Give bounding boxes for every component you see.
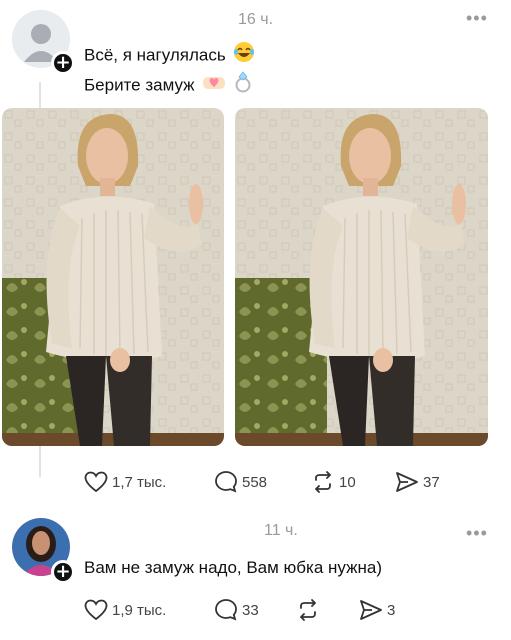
share-count: 37 bbox=[423, 473, 440, 491]
more-options-button[interactable]: ••• bbox=[466, 9, 488, 27]
more-options-button[interactable]: ••• bbox=[466, 524, 488, 542]
comment-bubble-icon bbox=[215, 599, 237, 621]
repost-count: 10 bbox=[339, 473, 356, 491]
follow-plus-button[interactable]: + bbox=[51, 560, 75, 584]
share-count: 3 bbox=[387, 601, 396, 619]
comment-count: 558 bbox=[242, 473, 268, 491]
comment-button[interactable]: 558 bbox=[214, 468, 267, 496]
post-photo[interactable] bbox=[235, 108, 488, 446]
woman-beige-sweater-photo bbox=[2, 108, 224, 446]
repost-icon bbox=[300, 599, 316, 621]
repost-button[interactable]: 10 bbox=[311, 468, 356, 496]
handshake-heart-emoji bbox=[202, 72, 226, 100]
comment-button[interactable]: 33 bbox=[214, 596, 259, 624]
post-time: 11 ч. bbox=[264, 522, 298, 539]
comment-bubble-icon bbox=[215, 471, 237, 493]
send-icon bbox=[396, 472, 418, 492]
post-text-line-1: Всё, я нагулялась bbox=[84, 45, 226, 65]
post-text-line: Берите замуж bbox=[84, 71, 255, 101]
post-text: Вам не замуж надо, Вам юбка нужна) bbox=[84, 555, 382, 581]
post-text-line-2: Берите замуж bbox=[84, 75, 195, 95]
woman-beige-sweater-photo bbox=[235, 108, 488, 446]
like-count: 1,9 тыс. bbox=[112, 601, 167, 619]
like-button[interactable]: 1,7 тыс. bbox=[84, 468, 166, 496]
post-actions: 1,7 тыс. 558 10 37 bbox=[84, 468, 484, 496]
laughing-tears-emoji bbox=[233, 41, 255, 71]
post-text-line-1: Вам не замуж надо, Вам юбка нужна) bbox=[84, 558, 382, 577]
send-icon bbox=[360, 600, 382, 620]
post: + 16 ч. ••• Всё, я нагулялась Берите зам… bbox=[0, 0, 511, 505]
post-actions: 1,9 тыс. 33 3 bbox=[84, 596, 484, 624]
post-time: 16 ч. bbox=[238, 11, 274, 28]
repost-button[interactable] bbox=[296, 596, 324, 624]
like-count: 1,7 тыс. bbox=[112, 473, 167, 491]
share-button[interactable]: 37 bbox=[395, 468, 440, 496]
repost-icon bbox=[315, 471, 331, 493]
share-button[interactable]: 3 bbox=[359, 596, 395, 624]
follow-plus-button[interactable]: + bbox=[51, 51, 75, 75]
ring-emoji bbox=[234, 71, 252, 101]
post-text-line: Всё, я нагулялась bbox=[84, 41, 255, 71]
comment-count: 33 bbox=[242, 601, 259, 619]
post-photo[interactable] bbox=[2, 108, 224, 446]
heart-icon bbox=[84, 599, 108, 621]
heart-icon bbox=[84, 471, 108, 493]
like-button[interactable]: 1,9 тыс. bbox=[84, 596, 166, 624]
post-text: Всё, я нагулялась Берите замуж bbox=[84, 41, 255, 101]
